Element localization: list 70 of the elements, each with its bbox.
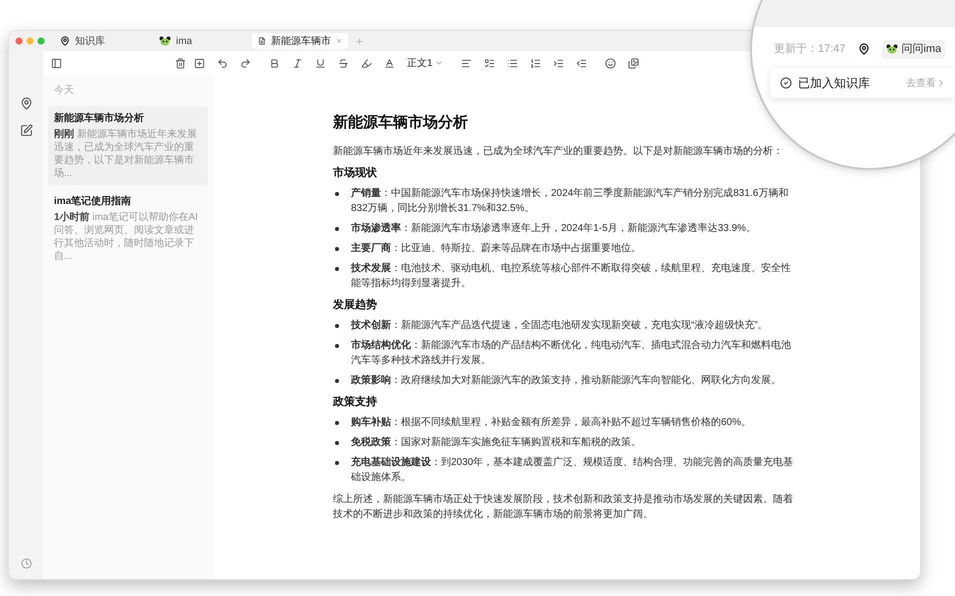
bullet-icon: [335, 421, 339, 425]
caret-icon: [434, 59, 443, 67]
checklist-icon[interactable]: [484, 58, 495, 68]
pin-icon: [60, 36, 70, 46]
note-preview: 刚刚 新能源车辆市场近年来发展迅速，已成为全球汽车产业的重要趋势，以下是对新能源车辆市场...: [54, 128, 198, 180]
bullet-text: 政策影响：政府继续加大对新能源汽车的政策支持，推动新能源汽车向智能化、网联化方向发展。: [351, 374, 781, 388]
numbered-list-icon[interactable]: [530, 58, 541, 68]
conclusion-paragraph: 综上所述，新能源车辆市场正处于快速发展阶段，技术创新和政策支持是推动市场发展的关键因素。随着技术的不断进步和政策的持续优化，新能源车辆市场的前景将更加广阔。: [333, 492, 794, 522]
emoji-icon[interactable]: [604, 58, 616, 68]
browser-tab[interactable]: 新能源车辆市: [252, 33, 348, 49]
bullet-icon: [335, 324, 339, 328]
bullet-icon: [335, 344, 339, 348]
align-icon[interactable]: [460, 58, 472, 68]
section-heading: 政策支持: [333, 395, 378, 410]
bullet-text: 主要厂商：比亚迪、特斯拉、蔚来等品牌在市场中占据重要地位。: [351, 241, 641, 256]
bullet-text: 免税政策：国家对新能源车实施免征车辆购置税和车船税的政策。: [351, 436, 641, 450]
intro-paragraph: 新能源车辆市场近年来发展迅速，已成为全球汽车产业的重要趋势。以下是对新能源车辆市场的分析：: [333, 144, 784, 159]
bullet-text: 市场渗透率：新能源汽车市场渗透率逐年上升，2024年1-5月，新能源汽车渗透率达33.9%。: [351, 221, 756, 236]
sidebar-toggle-icon[interactable]: [51, 58, 62, 68]
note-title: ima笔记使用指南: [54, 194, 132, 209]
redo-icon[interactable]: [240, 58, 251, 68]
outdent-icon[interactable]: [576, 58, 587, 68]
check-icon: [780, 77, 792, 89]
bold-icon[interactable]: [269, 58, 280, 68]
italic-icon[interactable]: [292, 58, 303, 68]
ask-ima-button[interactable]: 问问ima: [882, 40, 946, 58]
delete-icon[interactable]: [175, 58, 186, 68]
bullet-icon: [335, 247, 339, 251]
font-color-icon[interactable]: [384, 58, 395, 68]
updated-time: 更新于：17:47: [774, 42, 846, 57]
document-title: 新能源车辆市场分析: [333, 113, 469, 133]
window-controls-icon[interactable]: [15, 37, 45, 45]
pin-icon[interactable]: [20, 97, 32, 110]
note-title: 新能源车辆市场分析: [54, 111, 145, 126]
bullet-text: 购车补贴：根据不同续航里程，补贴金额有所差异，最高补贴不超过车辆销售价格的60%。: [351, 415, 752, 430]
browser-tab[interactable]: 知识库: [54, 33, 150, 49]
highlight-icon[interactable]: [361, 58, 372, 68]
undo-icon[interactable]: [217, 58, 228, 68]
note-item[interactable]: ima笔记使用指南 1小时前 ima笔记可以帮助你在AI问答、浏览网页、阅读文章或进行其他活动时，随时随地记录下自...: [48, 189, 208, 268]
document-icon: [258, 36, 266, 46]
section-heading: 发展趋势: [333, 298, 378, 313]
bullet-icon: [335, 192, 339, 196]
bullet-icon: [335, 379, 339, 383]
bullet-text: 充电基础设施建设：到2030年，基本建成覆盖广泛、规模适度、结构合理、功能完善的高质量充电基础设施体系。: [351, 455, 794, 485]
pin-icon[interactable]: [858, 43, 870, 56]
text-style-dropdown[interactable]: 正文1: [407, 56, 443, 70]
bullet-icon: [335, 461, 339, 465]
history-icon[interactable]: [20, 558, 32, 569]
bullet-icon: [335, 267, 339, 271]
strikethrough-icon[interactable]: [338, 58, 349, 68]
toast-message: 已加入知识库: [798, 75, 870, 92]
note-item[interactable]: 新能源车辆市场分析 刚刚 新能源车辆市场近年来发展迅速，已成为全球汽车产业的重要趋势，以下是对新能源车辆市场...: [48, 106, 208, 185]
edit-icon[interactable]: [20, 124, 32, 137]
close-icon[interactable]: [336, 37, 342, 45]
panda-icon: [159, 36, 171, 46]
bullet-text: 产销量：中国新能源汽车市场保持快速增长，2024年前三季度新能源汽车产销分别完成831.6万辆和832万辆，同比分别增长31.7%和32.5%。: [351, 186, 790, 216]
panda-icon: [886, 44, 898, 54]
bullet-text: 技术发展：电池技术、驱动电机、电控系统等核心部件不断取得突破，续航里程、充电速度、安全性能等指标均得到显著提升。: [351, 262, 792, 291]
bullet-text: 技术创新：新能源汽车产品迭代提速，全固态电池研发实现新突破，充电实现“液冷超级快充”。: [351, 318, 768, 333]
image-icon[interactable]: [628, 58, 639, 68]
browser-tab[interactable]: ima: [153, 33, 249, 49]
new-note-icon[interactable]: [194, 58, 205, 68]
indent-icon[interactable]: [552, 58, 564, 68]
section-label: 今天: [53, 84, 75, 98]
bullet-text: 市场结构优化：新能源汽车市场的产品结构不断优化，纯电动汽车、插电式混合动力汽车和燃料电池汽车等多种技术路线并行发展。: [351, 338, 792, 368]
note-preview: 1小时前 ima笔记可以帮助你在AI问答、浏览网页、阅读文章或进行其他活动时，随时随地记录下自...: [54, 211, 199, 263]
bullet-icon: [335, 441, 339, 445]
bullet-icon: [335, 227, 339, 231]
section-heading: 市场现状: [333, 166, 378, 181]
underline-icon[interactable]: [315, 58, 326, 68]
